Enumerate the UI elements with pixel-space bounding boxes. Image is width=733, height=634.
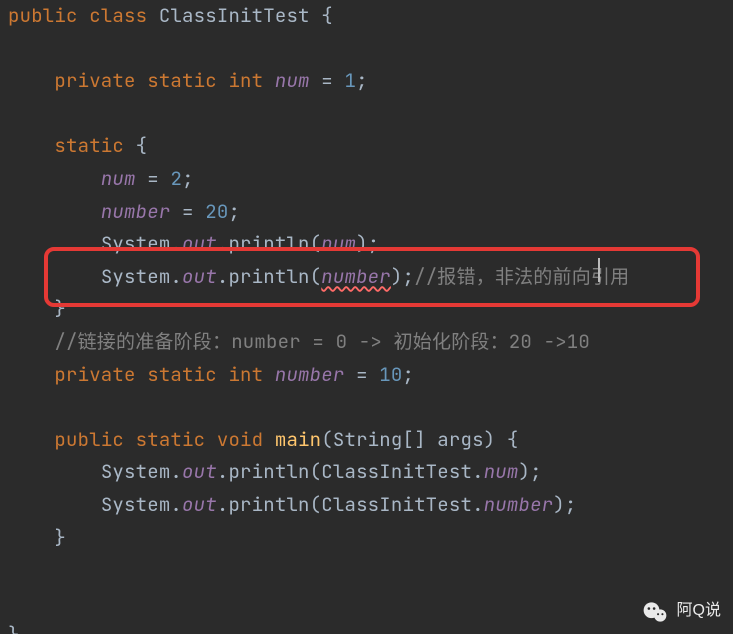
keyword-static: static: [136, 427, 206, 452]
literal-1: 1: [345, 68, 357, 93]
semicolon: ;: [356, 68, 368, 93]
field-out: out: [182, 264, 217, 289]
comment-prepare: //链接的准备阶段：number = 0 -> 初始化阶段：20 ->10: [54, 329, 590, 354]
keyword-public: public: [54, 427, 124, 452]
code-editor[interactable]: public class ClassInitTest { private sta…: [0, 0, 733, 634]
method-println: println: [228, 264, 309, 289]
field-out: out: [182, 231, 217, 256]
literal-10: 10: [379, 362, 402, 387]
method-main: main: [275, 427, 321, 452]
arg-number-error: number: [321, 264, 391, 289]
keyword-static: static: [147, 68, 217, 93]
class-system: System: [101, 231, 171, 256]
keyword-class: class: [89, 3, 147, 28]
text-caret: [598, 258, 600, 282]
keyword-static-block: static: [54, 133, 124, 158]
keyword-private: private: [54, 68, 135, 93]
brace-close: }: [54, 296, 66, 321]
class-system: System: [101, 264, 171, 289]
qualified-class: ClassInitTest: [321, 459, 472, 484]
class-name: ClassInitTest: [159, 3, 310, 28]
method-println: println: [228, 231, 309, 256]
watermark: 阿Q说: [641, 595, 721, 628]
brace-open: {: [321, 3, 333, 28]
field-num: num: [101, 166, 136, 191]
field-number-decl: number: [275, 362, 345, 387]
source-code[interactable]: public class ClassInitTest { private sta…: [8, 0, 733, 634]
literal-2: 2: [170, 166, 182, 191]
field-number: number: [101, 199, 171, 224]
field-num: num: [275, 68, 310, 93]
main-params: (String[] args): [321, 427, 495, 452]
wechat-icon: [641, 598, 669, 626]
equals: =: [321, 68, 333, 93]
keyword-public: public: [8, 3, 78, 28]
keyword-void: void: [217, 427, 263, 452]
arg-num: num: [321, 231, 356, 256]
brace-open: {: [136, 133, 148, 158]
keyword-int: int: [228, 68, 263, 93]
literal-20: 20: [205, 199, 228, 224]
watermark-text: 阿Q说: [677, 595, 721, 628]
class-brace-close: }: [8, 622, 20, 634]
